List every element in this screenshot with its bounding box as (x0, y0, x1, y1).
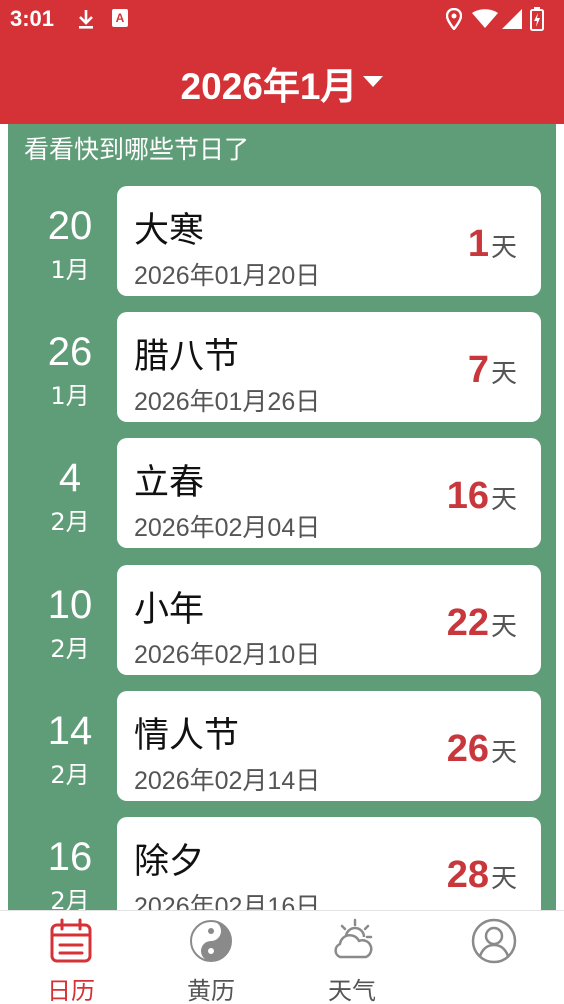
panel-hint: 看看快到哪些节日了 (24, 135, 250, 164)
holiday-row[interactable]: 16 2月 除夕 2026年02月16日 28天 (8, 817, 556, 910)
holiday-card[interactable]: 情人节 2026年02月14日 26天 (117, 691, 541, 801)
holiday-day: 4 (58, 456, 82, 500)
page-title: 2026年1月 (180, 66, 358, 107)
days-left-number: 28 (446, 854, 489, 896)
wifi-icon (472, 9, 498, 28)
holiday-name: 腊八节 (134, 337, 240, 377)
days-left-number: 7 (467, 349, 489, 391)
days-left: 28天 (447, 853, 517, 904)
holiday-name: 除夕 (134, 842, 205, 882)
days-left-number: 22 (446, 602, 489, 644)
holiday-date: 2026年02月16日 (134, 893, 321, 910)
holiday-name: 大寒 (134, 211, 205, 251)
holiday-month: 2月 (50, 887, 90, 910)
chevron-down-icon (363, 75, 384, 87)
holiday-month: 1月 (50, 382, 90, 410)
holiday-list-panel[interactable]: 看看快到哪些节日了 20 1月 大寒 2026年01月20日 1天 26 1月 … (8, 124, 556, 910)
holiday-card[interactable]: 小年 2026年02月10日 22天 (117, 565, 541, 675)
tab-profile[interactable] (439, 911, 549, 1004)
tab-label: 黄历 (187, 977, 235, 1004)
days-left-number: 16 (446, 475, 489, 517)
holiday-date: 2026年01月20日 (134, 262, 321, 290)
weather-icon (334, 918, 373, 959)
days-left-unit: 天 (490, 233, 517, 263)
holiday-name: 小年 (134, 590, 205, 630)
holiday-card[interactable]: 立春 2026年02月04日 16天 (117, 438, 541, 548)
holiday-day: 20 (47, 204, 93, 248)
holiday-month: 1月 (50, 256, 90, 284)
status-bar: 3:01 A (0, 0, 564, 38)
profile-icon (471, 918, 517, 964)
holiday-month: 2月 (50, 761, 90, 789)
holiday-date: 2026年02月10日 (134, 641, 321, 669)
days-left: 7天 (468, 348, 517, 399)
days-left-unit: 天 (490, 612, 517, 642)
days-left-unit: 天 (490, 485, 517, 515)
days-left: 1天 (468, 222, 517, 273)
calendar-icon (50, 918, 92, 963)
holiday-card[interactable]: 腊八节 2026年01月26日 7天 (117, 312, 541, 422)
days-left-number: 26 (446, 728, 489, 770)
yin-yang-icon (190, 920, 232, 962)
days-left-number: 1 (467, 223, 489, 265)
holiday-row[interactable]: 26 1月 腊八节 2026年01月26日 7天 (8, 312, 556, 422)
location-icon (446, 8, 462, 30)
holiday-date: 2026年02月04日 (134, 514, 321, 542)
holiday-day: 14 (47, 709, 93, 753)
tab-label: 天气 (328, 977, 376, 1004)
days-left-unit: 天 (490, 738, 517, 768)
tab-calendar[interactable]: 日历 (16, 911, 126, 1004)
holiday-month: 2月 (50, 508, 90, 536)
holiday-name: 立春 (134, 463, 205, 503)
month-selector[interactable]: 2026年1月 (0, 56, 564, 110)
header: 2026年1月 (0, 38, 564, 124)
holiday-row[interactable]: 14 2月 情人节 2026年02月14日 26天 (8, 691, 556, 801)
holiday-date: 2026年02月14日 (134, 767, 321, 795)
download-icon (76, 8, 96, 34)
tab-weather[interactable]: 天气 (297, 911, 407, 1004)
holiday-card[interactable]: 大寒 2026年01月20日 1天 (117, 186, 541, 296)
holiday-row[interactable]: 20 1月 大寒 2026年01月20日 1天 (8, 186, 556, 296)
holiday-date: 2026年01月26日 (134, 388, 321, 416)
days-left: 22天 (447, 601, 517, 652)
holiday-month: 2月 (50, 635, 90, 663)
days-left: 26天 (447, 727, 517, 778)
app-notification-icon: A (112, 9, 128, 27)
holiday-row[interactable]: 4 2月 立春 2026年02月04日 16天 (8, 438, 556, 548)
days-left: 16天 (447, 474, 517, 525)
battery-icon (530, 7, 544, 31)
holiday-card[interactable]: 除夕 2026年02月16日 28天 (117, 817, 541, 910)
signal-icon (502, 9, 522, 29)
bottom-tab-bar: 日历 黄历 天气 (0, 910, 564, 1004)
holiday-row[interactable]: 10 2月 小年 2026年02月10日 22天 (8, 565, 556, 675)
status-time: 3:01 (10, 6, 55, 31)
days-left-unit: 天 (490, 359, 517, 389)
holiday-day: 16 (47, 835, 93, 879)
holiday-day: 10 (47, 583, 93, 627)
holiday-day: 26 (47, 330, 93, 374)
holiday-name: 情人节 (134, 716, 240, 756)
tab-almanac[interactable]: 黄历 (156, 911, 266, 1004)
tab-label: 日历 (47, 977, 95, 1004)
days-left-unit: 天 (490, 864, 517, 894)
